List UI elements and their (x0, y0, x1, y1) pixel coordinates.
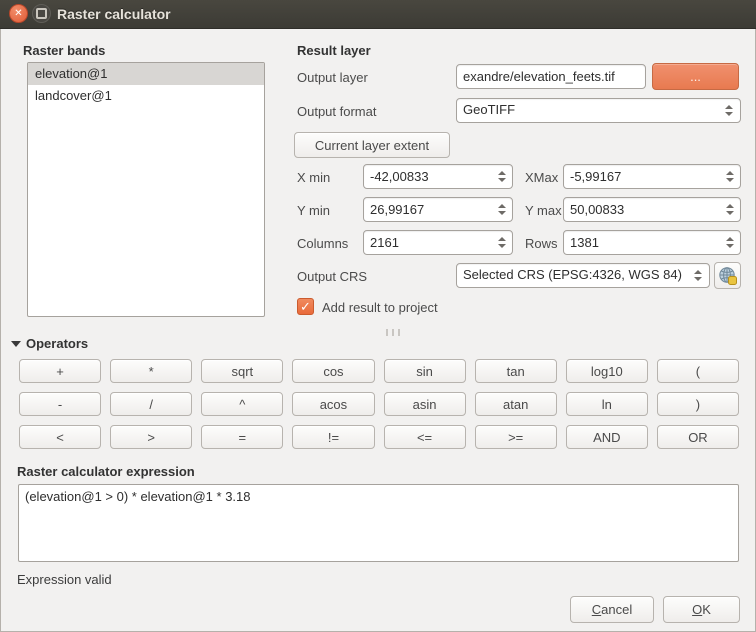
title-bar: ✕ Raster calculator (0, 0, 756, 29)
list-item-elevation[interactable]: elevation@1 (28, 63, 264, 85)
cancel-button-label: Cancel (577, 602, 647, 617)
operator-not-equals-button[interactable]: != (292, 425, 374, 449)
output-format-value: GeoTIFF (463, 102, 515, 117)
operator-log10-button[interactable]: log10 (566, 359, 648, 383)
raster-bands-list[interactable]: elevation@1 landcover@1 (27, 62, 265, 317)
spinner-arrows-icon[interactable] (725, 164, 735, 189)
operator-and-button[interactable]: AND (566, 425, 648, 449)
combo-arrows-icon (724, 99, 734, 122)
operator-less-equal-button[interactable]: <= (384, 425, 466, 449)
close-icon: ✕ (14, 9, 22, 19)
cancel-button[interactable]: Cancel (570, 596, 654, 623)
close-button[interactable]: ✕ (9, 4, 28, 23)
select-crs-button[interactable] (714, 262, 741, 289)
output-layer-input[interactable] (456, 64, 646, 89)
current-layer-extent-button[interactable]: Current layer extent (294, 132, 450, 158)
checkmark-icon: ✓ (300, 299, 311, 314)
operator-multiply-button[interactable]: * (110, 359, 192, 383)
add-result-checkbox[interactable]: ✓ (297, 298, 314, 315)
operator-ln-button[interactable]: ln (566, 392, 648, 416)
x-max-label: XMax (525, 170, 558, 185)
expression-textarea[interactable]: (elevation@1 > 0) * elevation@1 * 3.18 (18, 484, 739, 562)
raster-bands-heading: Raster bands (23, 43, 105, 58)
operator-acos-button[interactable]: acos (292, 392, 374, 416)
y-max-spinbox[interactable] (563, 197, 741, 222)
operator-minus-button[interactable]: - (19, 392, 101, 416)
expression-status: Expression valid (17, 572, 112, 587)
x-max-spinbox[interactable] (563, 164, 741, 189)
ok-button-label: OK (670, 602, 733, 617)
browse-output-button[interactable]: ... (652, 63, 739, 90)
spinner-arrows-icon[interactable] (497, 197, 507, 222)
operator-close-paren-button[interactable]: ) (657, 392, 739, 416)
add-result-label: Add result to project (322, 300, 438, 315)
operator-power-button[interactable]: ^ (201, 392, 283, 416)
y-min-label: Y min (297, 203, 330, 218)
output-crs-value: Selected CRS (EPSG:4326, WGS 84) (463, 267, 682, 282)
expression-heading: Raster calculator expression (17, 464, 195, 479)
output-format-label: Output format (297, 104, 376, 119)
splitter-grip[interactable] (386, 329, 400, 336)
operator-or-button[interactable]: OR (657, 425, 739, 449)
x-min-label: X min (297, 170, 330, 185)
operator-divide-button[interactable]: / (110, 392, 192, 416)
operator-open-paren-button[interactable]: ( (657, 359, 739, 383)
spinner-arrows-icon[interactable] (725, 197, 735, 222)
output-crs-combo[interactable]: Selected CRS (EPSG:4326, WGS 84) (456, 263, 710, 288)
window-title: Raster calculator (57, 6, 171, 22)
operator-greater-than-button[interactable]: > (110, 425, 192, 449)
operator-greater-equal-button[interactable]: >= (475, 425, 557, 449)
output-format-combo[interactable]: GeoTIFF (456, 98, 741, 123)
operator-equals-button[interactable]: = (201, 425, 283, 449)
rows-label: Rows (525, 236, 558, 251)
y-min-spinbox[interactable] (363, 197, 513, 222)
columns-label: Columns (297, 236, 348, 251)
operator-less-than-button[interactable]: < (19, 425, 101, 449)
output-layer-label: Output layer (297, 70, 368, 85)
rows-spinbox[interactable] (563, 230, 741, 255)
x-min-spinbox[interactable] (363, 164, 513, 189)
operators-heading: Operators (26, 336, 88, 351)
maximize-icon (36, 8, 47, 19)
collapse-triangle-icon[interactable] (11, 341, 21, 347)
ok-button[interactable]: OK (663, 596, 740, 623)
maximize-button[interactable] (32, 4, 51, 23)
spinner-arrows-icon[interactable] (725, 230, 735, 255)
columns-spinbox[interactable] (363, 230, 513, 255)
operator-sin-button[interactable]: sin (384, 359, 466, 383)
operator-tan-button[interactable]: tan (475, 359, 557, 383)
result-layer-heading: Result layer (297, 43, 371, 58)
operator-plus-button[interactable]: + (19, 359, 101, 383)
y-max-label: Y max (525, 203, 562, 218)
operator-sqrt-button[interactable]: sqrt (201, 359, 283, 383)
crs-globe-icon (718, 266, 738, 286)
operators-grid: + * sqrt cos sin tan log10 ( - / ^ acos … (19, 359, 739, 449)
spinner-arrows-icon[interactable] (497, 230, 507, 255)
list-item-landcover[interactable]: landcover@1 (28, 85, 264, 107)
operator-cos-button[interactable]: cos (292, 359, 374, 383)
spinner-arrows-icon[interactable] (497, 164, 507, 189)
combo-arrows-icon (693, 264, 703, 287)
operator-atan-button[interactable]: atan (475, 392, 557, 416)
raster-calculator-dialog: ✕ Raster calculator Raster bands elevati… (0, 0, 756, 632)
output-crs-label: Output CRS (297, 269, 367, 284)
operator-asin-button[interactable]: asin (384, 392, 466, 416)
